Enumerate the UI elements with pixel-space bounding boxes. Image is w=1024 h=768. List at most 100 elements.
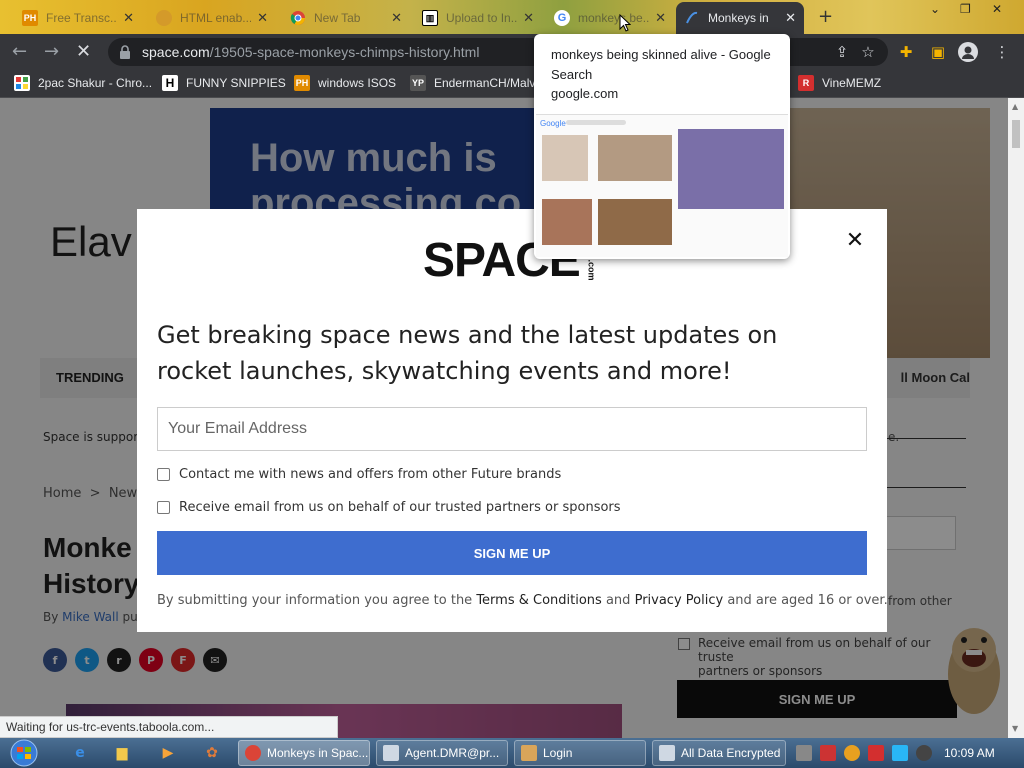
tab-search-icon[interactable]: ⌄ — [930, 2, 940, 18]
bookmark-star-icon[interactable]: ☆ — [858, 42, 878, 62]
checkbox-label: Contact me with news and offers from oth… — [179, 467, 562, 482]
window-icon — [659, 745, 675, 761]
tab-label: Free Transc... — [46, 11, 118, 25]
google-icon: G — [554, 10, 570, 26]
close-icon[interactable]: ✕ — [391, 10, 402, 26]
yp-icon: YP — [410, 75, 426, 91]
thumb-image — [678, 129, 784, 209]
clock[interactable]: 10:09 AM — [944, 746, 995, 760]
chrome-icon — [290, 10, 306, 26]
task-agent[interactable]: Agent.DMR@pr... — [376, 740, 508, 766]
email-field[interactable] — [157, 407, 867, 451]
h-icon: H — [162, 75, 178, 91]
bookmark-label: 2pac Shakur - Chro... — [38, 76, 153, 90]
mouse-cursor-icon — [619, 14, 631, 32]
back-icon[interactable]: ← — [12, 42, 27, 62]
close-icon[interactable]: ✕ — [655, 10, 666, 26]
start-button[interactable] — [4, 739, 44, 767]
chrome-icon — [245, 745, 261, 761]
ph-icon: PH — [22, 10, 38, 26]
scroll-down-icon[interactable]: ▼ — [1012, 724, 1018, 733]
ph-icon: PH — [294, 75, 310, 91]
checkbox[interactable] — [157, 468, 170, 481]
thumb-image — [598, 135, 672, 181]
lock-icon[interactable] — [118, 44, 132, 60]
app-icon[interactable]: ✿ — [200, 742, 224, 764]
bookmark-funny-snippies[interactable]: H FUNNY SNIPPIES — [162, 75, 286, 91]
coin-icon — [156, 10, 172, 26]
new-tab-button[interactable]: + — [818, 6, 833, 27]
task-all-data-encrypted[interactable]: All Data Encrypted — [652, 740, 786, 766]
task-label: Agent.DMR@pr... — [405, 746, 500, 760]
extensions-icon[interactable]: ✚ — [896, 42, 916, 62]
close-icon[interactable]: ✕ — [785, 10, 796, 26]
close-icon[interactable]: ✕ — [257, 10, 268, 26]
bookmark-label: FUNNY SNIPPIES — [186, 76, 286, 90]
newsletter-modal: ✕ SPACE .com Get breaking space news and… — [137, 209, 888, 632]
explorer-icon[interactable]: ▆ — [110, 742, 134, 764]
modal-close-button[interactable]: ✕ — [843, 229, 867, 253]
thumb-image — [598, 199, 672, 245]
sign-me-up-button[interactable]: SIGN ME UP — [157, 531, 867, 575]
scrollbar-thumb[interactable] — [1012, 120, 1020, 148]
tab-bar: PH Free Transc... ✕ HTML enab... ✕ New T… — [0, 0, 1024, 34]
close-icon[interactable]: ✕ — [123, 10, 134, 26]
tab-html-enabled[interactable]: HTML enab... ✕ — [148, 4, 276, 32]
tab-google-search[interactable]: G monkeys be... ✕ — [546, 4, 674, 32]
tab-monkeys-in-space[interactable]: Monkeys in ✕ — [676, 2, 804, 34]
tab-label: New Tab — [314, 11, 361, 25]
privacy-link[interactable]: Privacy Policy — [635, 593, 724, 608]
window-close-icon[interactable]: ✕ — [992, 2, 1002, 18]
bookmark-label: windows ISOS — [318, 76, 397, 90]
thumb-google-logo: Google — [540, 119, 566, 128]
brand-suffix: .com — [586, 259, 597, 281]
media-player-icon[interactable]: ▶ — [156, 742, 180, 764]
bookmark-windows-isos[interactable]: PH windows ISOS — [294, 75, 396, 91]
modal-heading: Get breaking space news and the latest u… — [157, 321, 778, 385]
thumb-image — [542, 135, 588, 181]
checkbox-partners[interactable]: Receive email from us on behalf of our t… — [157, 500, 621, 515]
tray-volume-icon[interactable] — [916, 745, 932, 761]
tray-search-icon[interactable] — [844, 745, 860, 761]
bookmark-vinememz[interactable]: R VineMEMZ — [798, 75, 881, 91]
terms-link[interactable]: Terms & Conditions — [476, 593, 602, 608]
ie-icon[interactable]: e — [68, 742, 92, 764]
tab-free-transcribe[interactable]: PH Free Transc... ✕ — [14, 4, 142, 32]
profile-avatar[interactable] — [958, 42, 978, 62]
tab-label: monkeys be... — [578, 11, 650, 25]
tab-new-tab[interactable]: New Tab ✕ — [282, 4, 410, 32]
r-icon: R — [798, 75, 814, 91]
task-label: Login — [543, 746, 573, 760]
close-icon[interactable]: ✕ — [523, 10, 534, 26]
tab-label: Monkeys in — [708, 11, 769, 25]
tab-upload-archive[interactable]: ▥ Upload to In... ✕ — [414, 4, 542, 32]
task-login[interactable]: Login — [514, 740, 646, 766]
bookmarks-bar: 2pac Shakur - Chro... H FUNNY SNIPPIES P… — [0, 70, 1024, 98]
bookmark-2pac[interactable]: 2pac Shakur - Chro... — [14, 75, 152, 91]
menu-kebab-icon[interactable]: ⋮ — [992, 42, 1012, 62]
bookmark-endermanch[interactable]: YP EndermanCH/Malv — [410, 75, 535, 91]
checkbox[interactable] — [157, 501, 170, 514]
browser-toolbar: ← → ✕ space.com/19505-space-monkeys-chim… — [0, 34, 1024, 70]
task-label: All Data Encrypted — [681, 746, 781, 760]
tray-monitor-icon[interactable] — [892, 745, 908, 761]
task-label: Monkeys in Spac... — [267, 746, 369, 760]
thumb-search-bar — [566, 120, 626, 125]
scroll-up-icon[interactable]: ▲ — [1012, 102, 1018, 111]
restore-icon[interactable]: ❐ — [960, 2, 971, 18]
tray-flag-icon[interactable] — [868, 745, 884, 761]
page-scrollbar[interactable]: ▲ ▼ — [1008, 98, 1024, 738]
share-icon[interactable]: ⇪ — [832, 42, 852, 62]
tab-hover-card: monkeys being skinned alive - Google Sea… — [534, 34, 790, 259]
url-text[interactable]: space.com/19505-space-monkeys-chimps-his… — [142, 44, 479, 60]
legal-text: By submitting your information you agree… — [157, 593, 888, 608]
gallery-icon — [14, 75, 30, 91]
checkbox-future-brands[interactable]: Contact me with news and offers from oth… — [157, 467, 561, 482]
task-chrome[interactable]: Monkeys in Spac... — [238, 740, 370, 766]
tray-check-icon[interactable] — [820, 745, 836, 761]
stop-icon[interactable]: ✕ — [76, 42, 91, 62]
side-panel-icon[interactable]: ▣ — [928, 42, 948, 62]
forward-icon[interactable]: → — [44, 42, 59, 62]
tray-app-icon[interactable] — [796, 745, 812, 761]
bookmark-label: EndermanCH/Malv — [434, 76, 536, 90]
